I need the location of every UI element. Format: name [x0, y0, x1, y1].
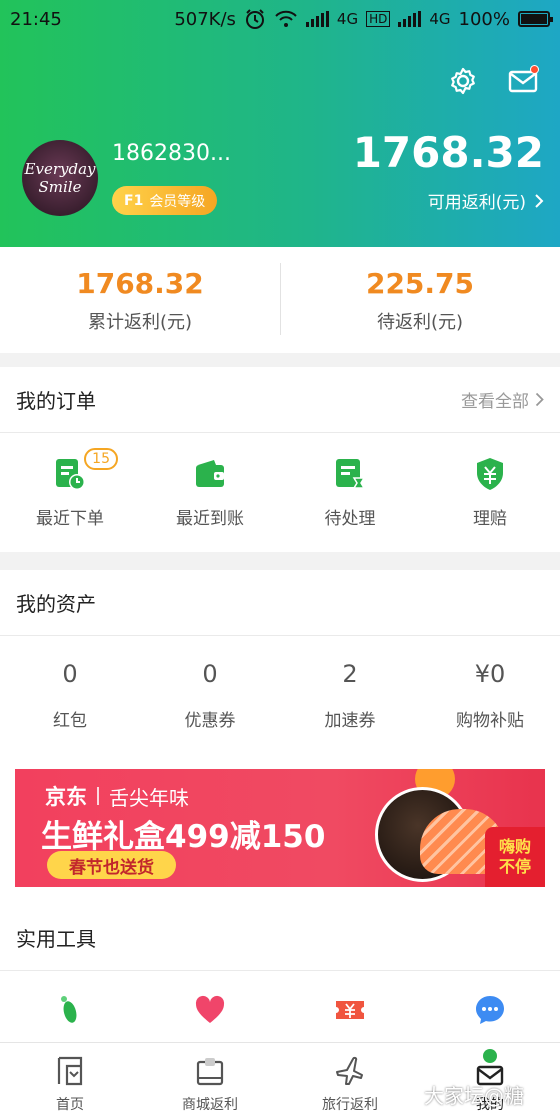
order-recent[interactable]: 15 最近下单: [0, 433, 140, 551]
tool-coupon[interactable]: [280, 971, 420, 1049]
nav-home[interactable]: 首页: [0, 1043, 140, 1120]
footprint-icon: [61, 996, 77, 1023]
avatar-text-line2: Smile: [38, 178, 82, 196]
banner-tagline: 舌尖年味: [109, 785, 189, 810]
tool-footprint[interactable]: [0, 971, 140, 1049]
status-time: 21:45: [10, 8, 62, 30]
order-pending[interactable]: 待处理: [280, 433, 420, 551]
chevron-right-icon: [535, 193, 544, 208]
status-bar: 21:45 507K/s 4G HD 4G 100%: [0, 0, 560, 38]
available-balance-link[interactable]: 可用返利(元): [428, 188, 544, 213]
tools-title: 实用工具: [16, 927, 96, 951]
orders-title: 我的订单: [16, 389, 96, 413]
asset-red-packet[interactable]: 0 红包: [0, 636, 140, 754]
nav-home-label: 首页: [56, 1097, 84, 1113]
asset-coupon[interactable]: 0 优惠券: [140, 636, 280, 754]
order-claim[interactable]: 理赔: [420, 433, 560, 551]
tool-customer-service[interactable]: [420, 971, 560, 1049]
order-claim-label: 理赔: [473, 508, 507, 529]
claim-shield-icon: [477, 457, 503, 490]
asset-subsidy-value: ¥0: [474, 659, 506, 688]
asset-red-packet-value: 0: [62, 659, 78, 688]
asset-subsidy-label: 购物补贴: [456, 710, 524, 731]
battery-icon: [518, 11, 553, 27]
promo-banner-container: 京东 舌尖年味 生鲜礼盒499减150 春节也送货 嗨购 不停: [0, 755, 560, 905]
network-type-2: 4G: [429, 10, 451, 28]
network-type-1: 4G: [336, 10, 359, 28]
order-recent-label: 最近下单: [36, 508, 104, 529]
ticket-icon: [336, 1001, 364, 1019]
pending-rebate-label: 待返利(元): [376, 311, 464, 333]
signal-icon: [305, 11, 329, 27]
orders-section: 我的订单 查看全部 15 最近下单 最近到账 待处理 理赔: [0, 367, 560, 552]
signal-icon-2: [398, 11, 422, 27]
battery-percent: 100%: [458, 8, 510, 30]
asset-speedup-value: 2: [342, 659, 358, 688]
plane-icon: [336, 1056, 363, 1085]
profile-header: 21:45 507K/s 4G HD 4G 100% Everyday Smil…: [0, 0, 560, 247]
asset-coupon-label: 优惠券: [184, 710, 236, 731]
heart-icon: [195, 995, 225, 1023]
unread-dot: [530, 65, 539, 74]
order-pending-label: 待处理: [324, 508, 376, 529]
wallet-icon: [196, 459, 224, 487]
pending-rebate-value: 225.75: [365, 266, 475, 300]
member-level-badge[interactable]: F1 会员等级: [112, 186, 218, 215]
avatar[interactable]: Everyday Smile: [22, 140, 98, 216]
level-prefix: F1: [124, 192, 144, 209]
wifi-icon: [275, 10, 297, 27]
asset-shopping-subsidy[interactable]: ¥0 购物补贴: [420, 636, 560, 754]
asset-red-packet-label: 红包: [53, 710, 87, 731]
banner-button[interactable]: 春节也送货: [47, 851, 176, 879]
assets-section: 我的资产 0 红包 0 优惠券 2 加速券 ¥0 购物补贴: [0, 570, 560, 755]
mall-icon: [196, 1058, 224, 1086]
total-rebate[interactable]: 1768.32 累计返利(元): [0, 247, 280, 353]
order-recent-arrival[interactable]: 最近到账: [140, 433, 280, 551]
message-mail-icon[interactable]: [506, 64, 540, 98]
user-phone[interactable]: 1862830...: [112, 141, 231, 166]
asset-speedup-coupon[interactable]: 2 加速券: [280, 636, 420, 754]
alarm-icon: [245, 9, 264, 29]
order-recent-arrival-label: 最近到账: [176, 508, 244, 529]
nav-travel-label: 旅行返利: [322, 1097, 378, 1113]
hd-badge: HD: [366, 11, 391, 27]
watermark: 大家坛@糖: [424, 1084, 524, 1108]
banner-headline: 生鲜礼盒499减150: [41, 819, 326, 855]
tools-section: 实用工具: [0, 905, 560, 1042]
stamp-line2: 不停: [498, 857, 531, 876]
view-all-label: 查看全部: [461, 392, 529, 412]
recent-order-icon: [56, 458, 85, 490]
total-rebate-label: 累计返利(元): [87, 311, 193, 333]
chevron-right-icon: [535, 392, 544, 407]
settings-gear-icon[interactable]: [446, 64, 480, 98]
pending-icon: [336, 458, 366, 489]
pending-rebate[interactable]: 225.75 待返利(元): [280, 247, 560, 353]
active-indicator-dot: [483, 1049, 497, 1063]
level-label: 会员等级: [149, 193, 206, 210]
rebate-stats: 1768.32 累计返利(元) 225.75 待返利(元): [0, 247, 560, 353]
assets-title: 我的资产: [16, 592, 96, 616]
tool-favorites[interactable]: [140, 971, 280, 1049]
nav-mall-label: 商城返利: [182, 1097, 238, 1113]
home-icon: [57, 1056, 83, 1086]
avatar-text-line1: Everyday: [24, 160, 96, 178]
available-balance[interactable]: 1768.32: [353, 128, 544, 177]
promo-banner[interactable]: 京东 舌尖年味 生鲜礼盒499减150 春节也送货 嗨购 不停: [15, 769, 545, 887]
divider: [280, 263, 281, 335]
stamp-line1: 嗨购: [498, 837, 531, 856]
network-speed: 507K/s: [174, 8, 236, 30]
total-rebate-value: 1768.32: [76, 266, 204, 300]
banner-brand: 京东: [45, 785, 87, 809]
nav-mall-rebate[interactable]: 商城返利: [140, 1043, 280, 1120]
banner-stamp: 嗨购 不停: [485, 827, 545, 887]
order-count-badge: 15: [84, 447, 118, 470]
chat-icon: [476, 996, 504, 1024]
nav-travel-rebate[interactable]: 旅行返利: [280, 1043, 420, 1120]
balance-label: 可用返利(元): [427, 193, 526, 213]
view-all-orders-link[interactable]: 查看全部: [461, 387, 544, 412]
asset-speedup-label: 加速券: [324, 710, 376, 731]
asset-coupon-value: 0: [202, 659, 218, 688]
